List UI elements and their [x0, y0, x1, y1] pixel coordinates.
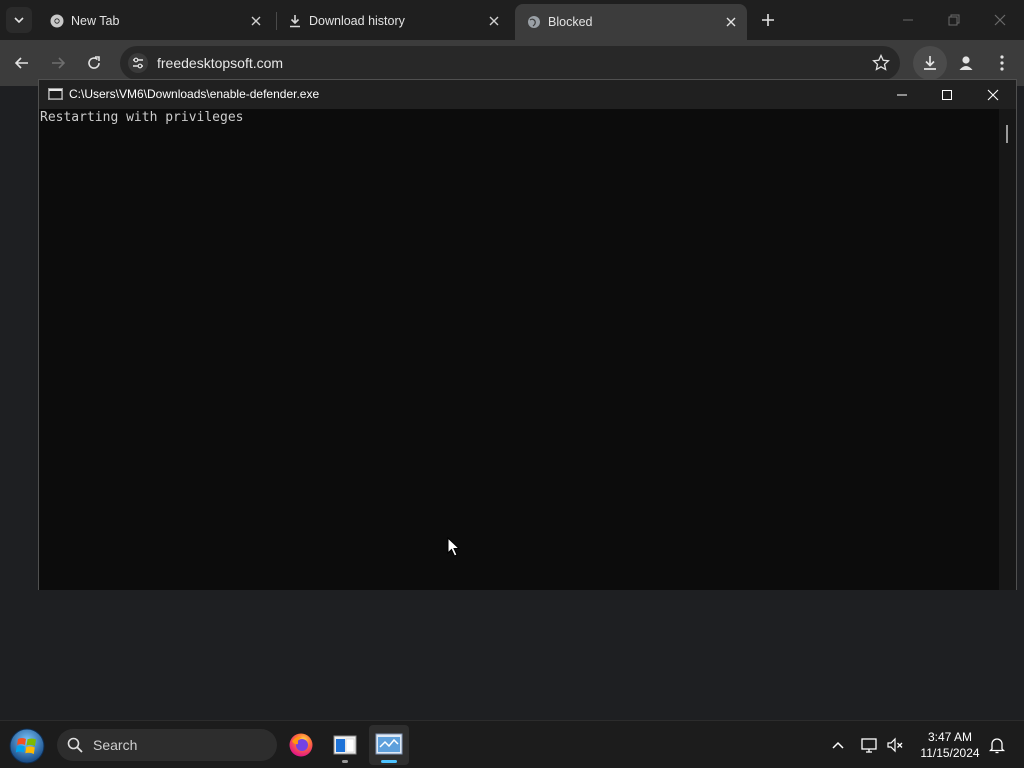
clock-date: 11/15/2024	[920, 746, 980, 760]
close-tab-icon[interactable]	[250, 15, 262, 27]
volume-muted-icon[interactable]	[885, 735, 905, 755]
console-titlebar[interactable]: C:\Users\VM6\Downloads\enable-defender.e…	[39, 80, 1016, 109]
site-info-icon[interactable]	[128, 53, 148, 73]
chevron-down-icon	[14, 17, 24, 24]
console-minimize-button[interactable]	[891, 84, 913, 106]
file-explorer-icon	[333, 735, 357, 755]
forward-button[interactable]	[47, 52, 69, 74]
clock-time: 3:47 AM	[927, 730, 973, 744]
taskbar-app-firefox[interactable]	[281, 725, 321, 765]
arrow-left-icon	[14, 57, 28, 69]
network-icon[interactable]	[859, 735, 879, 755]
profile-icon	[959, 56, 973, 70]
console-window[interactable]: C:\Users\VM6\Downloads\enable-defender.e…	[38, 79, 1017, 590]
tab-download-history[interactable]: Download history	[276, 6, 510, 36]
close-window-icon[interactable]	[990, 10, 1010, 30]
console-maximize-button[interactable]	[936, 84, 958, 106]
more-vertical-icon	[1000, 55, 1004, 71]
reload-button[interactable]	[83, 52, 105, 74]
minimize-icon	[897, 94, 907, 96]
scrollbar-thumb[interactable]	[1006, 125, 1008, 143]
tab-title: Download history	[309, 14, 405, 28]
arrow-right-icon	[52, 57, 66, 69]
taskbar-app-explorer[interactable]	[325, 725, 365, 765]
taskbar-search-box[interactable]: Search	[57, 729, 277, 761]
taskbar: Search 3:47 AM 11/15/2024	[0, 720, 1024, 768]
reload-icon	[88, 56, 100, 69]
mouse-cursor-icon	[447, 537, 461, 557]
console-app-icon	[48, 88, 63, 100]
console-title: C:\Users\VM6\Downloads\enable-defender.e…	[69, 87, 320, 101]
system-clock[interactable]: 3:47 AM 11/15/2024	[910, 729, 990, 761]
profile-button[interactable]	[955, 52, 977, 74]
console-scrollbar[interactable]	[999, 109, 1016, 590]
notification-bell-icon[interactable]	[987, 735, 1007, 755]
console-close-button[interactable]	[982, 84, 1004, 106]
chrome-icon	[50, 14, 64, 28]
tab-title: New Tab	[71, 14, 120, 28]
url-text: freedesktopsoft.com	[157, 55, 284, 71]
taskbar-app-console[interactable]	[369, 725, 409, 765]
chevron-up-icon[interactable]	[828, 735, 848, 755]
start-orb-icon[interactable]	[8, 727, 46, 765]
control-panel-icon	[375, 733, 403, 755]
console-output-area[interactable]: Restarting with privileges	[39, 109, 999, 590]
browser-tab-strip: New Tab Download history Blocked	[0, 0, 1024, 40]
firefox-icon	[289, 733, 313, 757]
restore-icon[interactable]	[944, 10, 964, 30]
download-icon	[290, 15, 300, 28]
globe-icon	[528, 16, 540, 28]
maximize-icon	[942, 90, 952, 100]
tab-blocked[interactable]: Blocked	[515, 4, 747, 40]
address-bar[interactable]: freedesktopsoft.com	[120, 46, 900, 80]
new-tab-plus-icon[interactable]	[758, 10, 778, 30]
close-tab-icon[interactable]	[488, 15, 500, 27]
tab-new-tab[interactable]: New Tab	[38, 6, 272, 36]
close-icon	[987, 89, 999, 101]
back-button[interactable]	[11, 52, 33, 74]
menu-button[interactable]	[991, 52, 1013, 74]
downloads-button[interactable]	[913, 46, 947, 80]
bookmark-star-icon[interactable]	[872, 54, 890, 72]
close-tab-icon[interactable]	[725, 16, 737, 28]
download-icon	[924, 56, 936, 70]
tab-search-button[interactable]	[6, 7, 32, 33]
console-output-text: Restarting with privileges	[40, 110, 244, 125]
search-icon	[67, 737, 83, 753]
running-indicator	[342, 760, 348, 763]
tab-title: Blocked	[548, 15, 593, 29]
active-indicator	[381, 760, 397, 763]
search-placeholder: Search	[93, 737, 138, 753]
minimize-icon[interactable]	[898, 10, 918, 30]
